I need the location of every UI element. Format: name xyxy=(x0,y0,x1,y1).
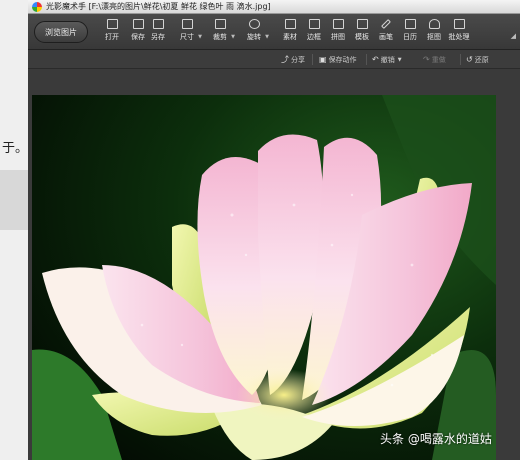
brush-icon xyxy=(381,19,391,29)
frame-button[interactable]: 边框 xyxy=(302,19,326,47)
main-window: 浏览图片 打开 保存 另存 尺寸 ▼ 裁剪 ▼ 旋转 ▼ 素材 边框 拼图 模板… xyxy=(28,14,520,460)
cutout-icon xyxy=(428,19,440,29)
toolbar-more-icon[interactable]: ◢ xyxy=(511,32,516,40)
share-label: 分享 xyxy=(291,55,305,64)
frame-icon xyxy=(308,19,320,29)
resize-icon xyxy=(181,19,193,29)
tool-label: 裁剪 xyxy=(213,33,227,41)
cutout-button[interactable]: 抠图 xyxy=(422,19,446,47)
tool-label: 边框 xyxy=(307,33,321,41)
tool-label: 尺寸 xyxy=(180,33,194,41)
restore-icon: ↺ xyxy=(466,55,473,64)
tool-label: 模板 xyxy=(355,33,369,41)
calendar-icon xyxy=(404,19,416,29)
template-button[interactable]: 模板 xyxy=(350,19,374,47)
brush-button[interactable]: 画笔 xyxy=(374,19,398,47)
tool-label: 日历 xyxy=(403,33,417,41)
tool-label: 素材 xyxy=(283,33,297,41)
material-icon xyxy=(284,19,296,29)
tool-label: 批处理 xyxy=(448,33,470,41)
main-toolbar: 浏览图片 打开 保存 另存 尺寸 ▼ 裁剪 ▼ 旋转 ▼ 素材 边框 拼图 模板… xyxy=(28,14,520,50)
tool-label: 拼图 xyxy=(331,33,345,41)
undo-button[interactable]: ↶ 撤销 ▼ xyxy=(372,53,402,66)
calendar-button[interactable]: 日历 xyxy=(398,19,422,47)
save-icon xyxy=(132,19,144,29)
batch-icon xyxy=(453,19,465,29)
restore-label: 还原 xyxy=(474,55,489,64)
folder-open-icon xyxy=(106,19,118,29)
chevron-down-icon[interactable]: ▼ xyxy=(198,34,202,40)
action-bar: ⤴ 分享 ▣ 保存动作 ↶ 撤销 ▼ ↷ 重做 ↺ 还原 xyxy=(28,50,520,69)
redo-button[interactable]: ↷ 重做 xyxy=(423,53,446,66)
window-title: 光影魔术手 [F:\漂亮的图片\鲜花\初夏 鲜花 绿色叶 雨 滴水.jpg] xyxy=(46,2,271,11)
collage-icon xyxy=(332,19,344,29)
crop-button[interactable]: 裁剪 ▼ xyxy=(208,19,235,47)
tool-label: 另存 xyxy=(151,33,165,41)
tool-label: 抠图 xyxy=(427,33,441,41)
template-icon xyxy=(356,19,368,29)
redo-label: 重做 xyxy=(431,55,446,64)
save-action-icon: ▣ xyxy=(319,55,327,64)
tool-label: 画笔 xyxy=(379,33,393,41)
share-button[interactable]: ⤴ 分享 xyxy=(281,53,305,66)
chevron-down-icon[interactable]: ▼ xyxy=(265,34,269,40)
background-document-strip xyxy=(0,170,30,230)
save-action-label: 保存动作 xyxy=(328,55,357,64)
batch-button[interactable]: 批处理 xyxy=(447,19,471,47)
background-document-text: 于。 xyxy=(2,141,29,156)
save-as-button[interactable]: 另存 xyxy=(146,19,170,47)
separator xyxy=(312,54,313,65)
share-icon: ⤴ xyxy=(281,55,289,64)
title-bar: 光影魔术手 [F:\漂亮的图片\鲜花\初夏 鲜花 绿色叶 雨 滴水.jpg] xyxy=(28,0,520,14)
browse-images-button[interactable]: 浏览图片 xyxy=(34,21,88,43)
chevron-down-icon[interactable]: ▼ xyxy=(231,34,235,40)
redo-icon: ↷ xyxy=(423,55,430,64)
rotate-icon xyxy=(248,19,260,29)
tool-label: 旋转 xyxy=(247,33,261,41)
separator xyxy=(366,54,367,65)
collage-button[interactable]: 拼图 xyxy=(326,19,350,47)
tool-label: 保存 xyxy=(131,33,145,41)
image-canvas[interactable] xyxy=(28,69,520,460)
chevron-down-icon[interactable]: ▼ xyxy=(398,57,402,63)
save-action-button[interactable]: ▣ 保存动作 xyxy=(319,53,357,66)
undo-label: 撤销 xyxy=(380,55,395,64)
resize-button[interactable]: 尺寸 ▼ xyxy=(175,19,202,47)
material-button[interactable]: 素材 xyxy=(278,19,302,47)
watermark-text: 头条 @喝露水的道姑 xyxy=(380,432,492,446)
app-logo-icon xyxy=(32,1,42,12)
lotus-photo xyxy=(32,95,496,460)
save-as-icon xyxy=(152,19,164,29)
separator xyxy=(460,54,461,65)
rotate-button[interactable]: 旋转 ▼ xyxy=(242,19,269,47)
crop-icon xyxy=(214,19,226,29)
restore-button[interactable]: ↺ 还原 xyxy=(466,53,489,66)
open-button[interactable]: 打开 xyxy=(100,19,124,47)
undo-icon: ↶ xyxy=(372,55,379,64)
tool-label: 打开 xyxy=(105,33,119,41)
